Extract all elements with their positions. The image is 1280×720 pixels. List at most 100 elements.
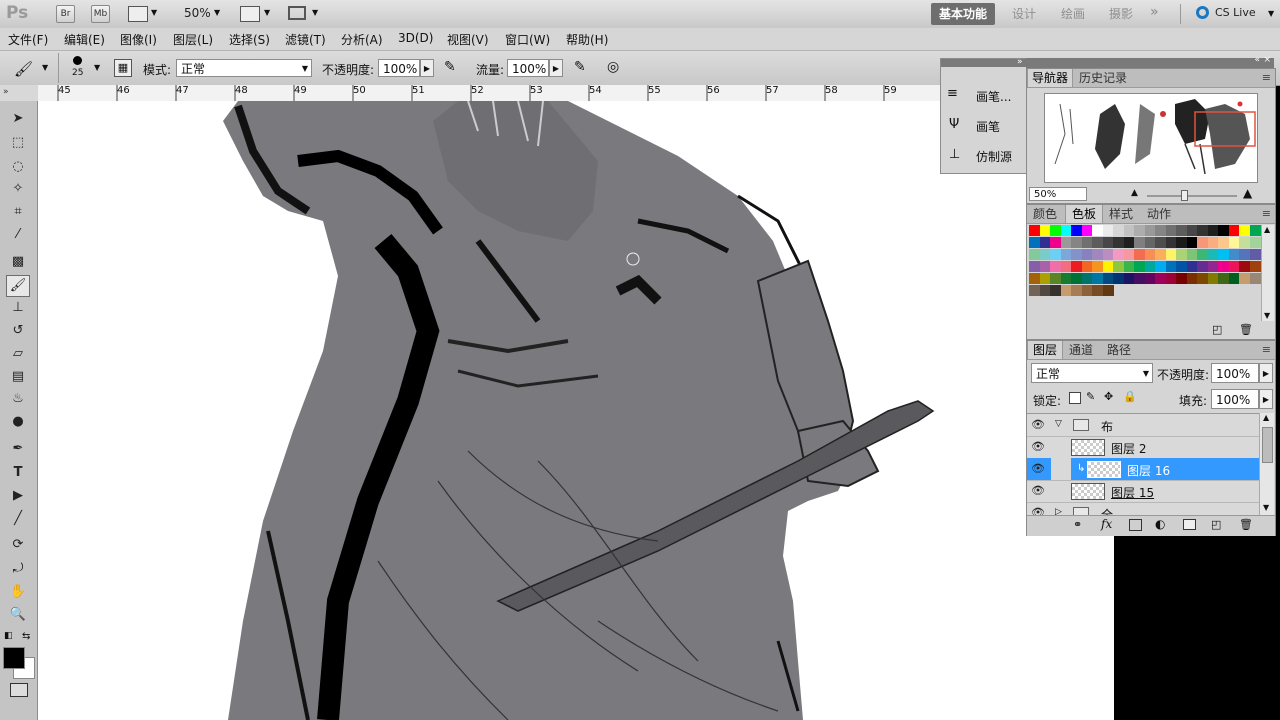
layer-opacity-input[interactable]: 100% xyxy=(1211,363,1259,383)
color-swatch[interactable] xyxy=(1134,249,1145,260)
scroll-up-icon[interactable]: ▲ xyxy=(1263,413,1269,422)
new-group-icon[interactable] xyxy=(1183,519,1196,530)
color-swatch[interactable] xyxy=(1134,273,1145,284)
color-swatch[interactable] xyxy=(1029,249,1040,260)
clone-source-icon[interactable]: ⊥ xyxy=(949,147,960,162)
menu-3d[interactable]: 3D(D) xyxy=(398,31,433,45)
brush-tool-icon[interactable]: 🖌 xyxy=(6,275,30,297)
color-swatch[interactable] xyxy=(1092,249,1103,260)
color-swatch[interactable] xyxy=(1092,285,1103,296)
chevron-down-icon[interactable]: ▼ xyxy=(214,8,220,17)
default-colors-icon[interactable]: ◧ xyxy=(4,631,13,641)
color-swatch[interactable] xyxy=(1186,249,1198,260)
screen-mode-icon[interactable] xyxy=(288,6,306,20)
gradient-tool-icon[interactable]: ▤ xyxy=(8,367,28,387)
swap-colors-icon[interactable]: ⇆ xyxy=(22,631,30,642)
menu-view[interactable]: 视图(V) xyxy=(447,31,489,48)
color-swatch[interactable] xyxy=(1228,273,1240,284)
color-swatch[interactable] xyxy=(1081,237,1093,248)
color-swatch[interactable] xyxy=(1029,261,1040,272)
color-swatch[interactable] xyxy=(1165,261,1177,272)
color-swatch[interactable] xyxy=(1113,273,1124,284)
new-layer-icon[interactable]: ◰ xyxy=(1211,518,1221,531)
3d-rotate-tool-icon[interactable]: ⟳ xyxy=(8,535,28,555)
color-swatch[interactable] xyxy=(1029,285,1040,296)
panel-title-bar[interactable] xyxy=(941,59,1027,67)
link-layers-icon[interactable]: ⚭ xyxy=(1073,518,1082,531)
menu-help[interactable]: 帮助(H) xyxy=(566,31,608,48)
scroll-up-icon[interactable]: ▲ xyxy=(1264,225,1270,234)
opacity-slider-button[interactable]: ▶ xyxy=(420,59,434,77)
color-swatch[interactable] xyxy=(1039,225,1051,236)
collapse-icon[interactable]: » xyxy=(3,87,9,97)
brush-tip-preview[interactable] xyxy=(73,56,82,65)
color-swatch[interactable] xyxy=(1249,225,1261,236)
quick-select-tool-icon[interactable]: ✧ xyxy=(8,179,28,199)
history-brush-tool-icon[interactable]: ↺ xyxy=(8,321,28,341)
color-swatch[interactable] xyxy=(1134,261,1145,272)
color-swatch[interactable] xyxy=(1081,285,1093,296)
color-swatch[interactable] xyxy=(1071,249,1082,260)
zoom-out-icon[interactable]: ▲ xyxy=(1131,188,1138,198)
color-swatch[interactable] xyxy=(1081,273,1093,284)
tab-swatches[interactable]: 色板 xyxy=(1065,205,1103,223)
scroll-down-icon[interactable]: ▼ xyxy=(1263,503,1269,512)
3d-orbit-tool-icon[interactable]: ⤾ xyxy=(8,559,28,579)
color-swatch[interactable] xyxy=(1102,273,1114,284)
layer-style-icon[interactable]: fx xyxy=(1101,517,1112,531)
shape-tool-icon[interactable]: ╱ xyxy=(8,509,28,529)
color-swatch[interactable] xyxy=(1039,273,1051,284)
color-swatch[interactable] xyxy=(1081,249,1093,260)
color-swatch[interactable] xyxy=(1029,273,1040,284)
workspace-photography[interactable]: 摄影 xyxy=(1100,3,1142,25)
panel-menu-icon[interactable]: ≡ xyxy=(1262,71,1271,84)
color-swatch[interactable] xyxy=(1207,237,1219,248)
clone-stamp-tool-icon[interactable]: ⊥ xyxy=(8,298,28,318)
color-swatch[interactable] xyxy=(1249,261,1261,272)
dodge-tool-icon[interactable]: ● xyxy=(8,412,28,432)
color-swatch[interactable] xyxy=(1197,225,1208,236)
trash-icon[interactable]: 🗑 xyxy=(1239,518,1253,531)
tab-layers[interactable]: 图层 xyxy=(1027,341,1063,359)
tab-history[interactable]: 历史记录 xyxy=(1073,69,1133,87)
color-swatch[interactable] xyxy=(1081,225,1093,236)
color-swatch[interactable] xyxy=(1228,225,1240,236)
color-swatch[interactable] xyxy=(1050,285,1061,296)
color-swatch[interactable] xyxy=(1197,273,1208,284)
color-swatch[interactable] xyxy=(1218,273,1229,284)
collapse-icon[interactable]: » xyxy=(1017,57,1023,67)
color-swatch[interactable] xyxy=(1039,237,1051,248)
tab-color[interactable]: 颜色 xyxy=(1027,205,1063,223)
tab-channels[interactable]: 通道 xyxy=(1063,341,1099,359)
panel-menu-icon[interactable]: ≡ xyxy=(1262,207,1271,220)
tab-actions[interactable]: 动作 xyxy=(1141,205,1177,223)
color-swatch[interactable] xyxy=(1060,225,1072,236)
color-swatch[interactable] xyxy=(1060,261,1072,272)
color-swatch[interactable] xyxy=(1050,261,1061,272)
color-swatch[interactable] xyxy=(1165,273,1177,284)
brush-preset-icon[interactable]: ≡ xyxy=(947,86,958,101)
pen-tool-icon[interactable]: ✒ xyxy=(8,439,28,459)
color-swatch[interactable] xyxy=(1249,237,1261,248)
tab-paths[interactable]: 路径 xyxy=(1101,341,1137,359)
color-swatch[interactable] xyxy=(1134,237,1145,248)
menu-edit[interactable]: 编辑(E) xyxy=(64,31,105,48)
color-swatch[interactable] xyxy=(1207,261,1219,272)
workspace-design[interactable]: 设计 xyxy=(1003,3,1045,25)
panel-menu-icon[interactable]: ≡ xyxy=(1262,343,1271,356)
color-swatch[interactable] xyxy=(1050,273,1061,284)
layer-opacity-slider-button[interactable]: ▶ xyxy=(1259,363,1273,383)
layer-row[interactable]: 👁 图层 2 xyxy=(1027,436,1259,459)
menu-filter[interactable]: 滤镜(T) xyxy=(285,31,326,48)
menu-select[interactable]: 选择(S) xyxy=(229,31,270,48)
crop-tool-icon[interactable]: ⌗ xyxy=(8,202,28,222)
color-swatch[interactable] xyxy=(1176,261,1187,272)
zoom-in-icon[interactable]: ▲ xyxy=(1243,186,1252,200)
new-swatch-icon[interactable]: ◰ xyxy=(1212,323,1222,336)
color-swatch[interactable] xyxy=(1102,285,1114,296)
chevron-down-icon[interactable]: ▼ xyxy=(264,8,270,17)
chevron-down-icon[interactable]: ▼ xyxy=(42,63,48,72)
color-swatch[interactable] xyxy=(1228,261,1240,272)
color-swatch[interactable] xyxy=(1249,273,1261,284)
layer-row[interactable]: 👁 ▽ 布 xyxy=(1027,414,1259,437)
